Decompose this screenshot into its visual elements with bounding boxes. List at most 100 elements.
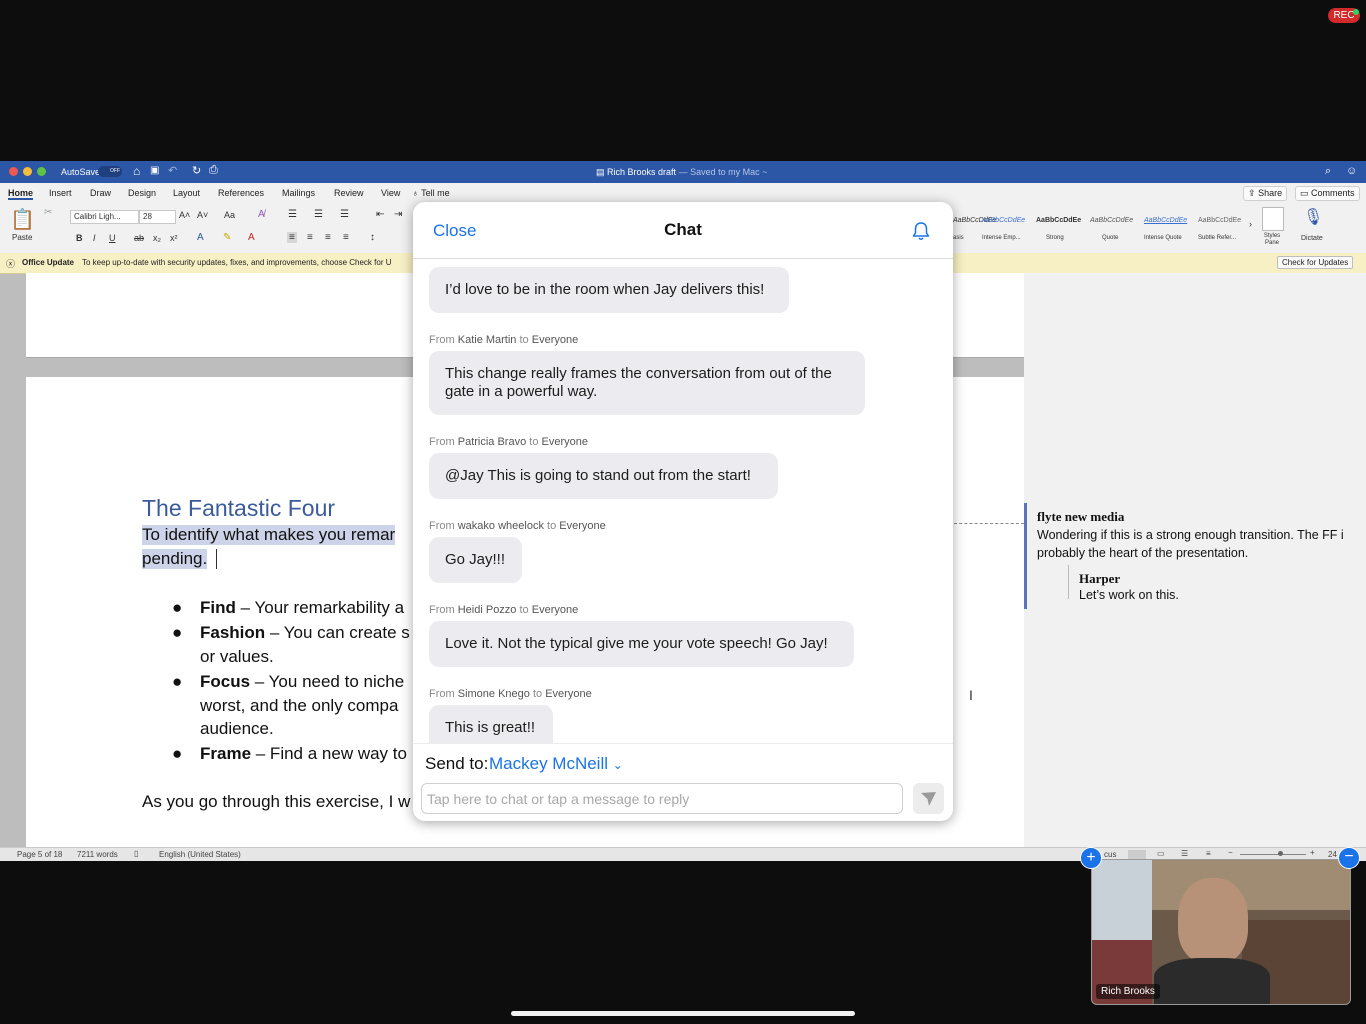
language[interactable]: English (United States) <box>159 850 241 859</box>
bullets-icon[interactable]: ☰ <box>288 209 297 220</box>
reply-text[interactable]: Let’s work on this. <box>1079 588 1179 602</box>
tab-references[interactable]: References <box>218 188 264 198</box>
numbering-icon[interactable]: ☰ <box>314 209 323 220</box>
bullet-find: Find – Your remarkability a <box>200 598 404 618</box>
styles-more-icon[interactable]: › <box>1249 219 1252 229</box>
decrease-indent-icon[interactable]: ⇤ <box>376 209 384 220</box>
bullet-continuation: worst, and the only compa <box>200 696 399 715</box>
microphone-icon[interactable]: 🎙 <box>1303 207 1323 227</box>
clear-format-icon[interactable]: A̸ <box>258 209 265 220</box>
tab-view[interactable]: View <box>381 188 400 198</box>
bullet-term: Find <box>200 598 236 617</box>
tab-insert[interactable]: Insert <box>49 188 72 198</box>
proofing-icon[interactable]: ▯ <box>134 849 138 858</box>
compose-area: Send to: Mackey McNeill ⌄ Tap here to ch… <box>413 743 953 821</box>
send-icon <box>921 792 936 806</box>
check-updates-button[interactable]: Check for Updates <box>1277 256 1354 269</box>
zoom-in-icon[interactable]: + <box>1310 848 1315 857</box>
change-case-icon[interactable]: Aa <box>224 210 235 220</box>
comment-text[interactable]: Wondering if this is a strong enough tra… <box>1037 526 1366 562</box>
cut-icon[interactable]: ✂ <box>44 207 52 218</box>
draft-icon[interactable]: ≡ <box>1206 849 1211 858</box>
message-bubble[interactable]: @Jay This is going to stand out from the… <box>429 453 778 499</box>
web-layout-icon[interactable]: ▭ <box>1157 849 1165 858</box>
message-list[interactable]: I’d love to be in the room when Jay deli… <box>413 259 953 743</box>
highlight-icon[interactable]: ✎ <box>223 232 231 243</box>
text-effects-icon[interactable]: A <box>197 232 204 243</box>
minimize-video-button[interactable]: − <box>1338 847 1360 869</box>
close-bar-icon[interactable]: ⓧ <box>6 257 15 270</box>
close-button[interactable]: Close <box>433 221 476 241</box>
tab-home[interactable]: Home <box>8 188 34 200</box>
tab-mailings[interactable]: Mailings <box>282 188 315 198</box>
share-button[interactable]: ⇪ Share <box>1243 186 1288 201</box>
tab-design[interactable]: Design <box>128 188 156 198</box>
styles-pane-icon[interactable] <box>1262 207 1284 231</box>
align-center-icon[interactable]: ≡ <box>307 232 313 243</box>
bold-icon[interactable]: B <box>76 233 83 243</box>
superscript-icon[interactable]: x² <box>170 233 178 243</box>
line-spacing-icon[interactable]: ↕ <box>370 232 375 243</box>
save-icon[interactable]: ▣ <box>150 165 159 176</box>
outline-icon[interactable]: ☰ <box>1181 849 1188 858</box>
style-preview-intense-emphasis[interactable]: AaBbCcDdEe <box>982 217 1025 224</box>
style-preview-subtle-reference[interactable]: AaBbCcDdEe <box>1198 217 1241 224</box>
redo-icon[interactable]: ↻ <box>192 164 201 177</box>
zoom-window-button[interactable] <box>37 167 46 176</box>
message-bubble[interactable]: This change really frames the conversati… <box>429 351 865 415</box>
increase-indent-icon[interactable]: ⇥ <box>394 209 402 220</box>
font-name-select[interactable]: Calibri Ligh... <box>70 210 139 224</box>
close-window-button[interactable] <box>9 167 18 176</box>
zoom-slider-thumb[interactable] <box>1278 851 1283 856</box>
zoom-slider[interactable] <box>1240 854 1306 855</box>
shrink-font-icon[interactable]: A˅ <box>197 210 208 220</box>
tab-layout[interactable]: Layout <box>173 188 200 198</box>
bullet-continuation: audience. <box>200 719 274 738</box>
tab-review[interactable]: Review <box>334 188 364 198</box>
chat-input[interactable]: Tap here to chat or tap a message to rep… <box>421 783 903 814</box>
account-icon[interactable]: ☺ <box>1346 165 1357 177</box>
print-layout-icon[interactable] <box>1128 850 1146 859</box>
style-preview-quote[interactable]: AaBbCcDdEe <box>1090 217 1133 224</box>
message-bubble[interactable]: I’d love to be in the room when Jay deli… <box>429 267 789 313</box>
send-button[interactable] <box>913 783 944 814</box>
search-icon[interactable]: ⌕ <box>1325 165 1331 178</box>
style-preview-strong[interactable]: AaBbCcDdEe <box>1036 217 1081 224</box>
minimize-window-button[interactable] <box>23 167 32 176</box>
recipient-dropdown[interactable]: Mackey McNeill ⌄ <box>489 754 623 774</box>
home-icon[interactable]: ⌂ <box>133 164 140 178</box>
font-size-select[interactable]: 28 <box>139 210 176 224</box>
underline-icon[interactable]: U <box>109 233 116 243</box>
justify-icon[interactable]: ≡ <box>343 232 349 243</box>
word-count[interactable]: 7211 words <box>77 850 118 859</box>
multilevel-list-icon[interactable]: ☰ <box>340 209 349 220</box>
grow-font-icon[interactable]: A˄ <box>179 210 190 220</box>
bell-icon[interactable] <box>910 220 932 242</box>
home-indicator[interactable] <box>511 1011 855 1016</box>
align-left-icon[interactable]: ≡ <box>287 232 297 243</box>
zoom-out-icon[interactable]: − <box>1228 848 1233 857</box>
tab-draw[interactable]: Draw <box>90 188 111 198</box>
page-count[interactable]: Page 5 of 18 <box>17 850 62 859</box>
share-icon: ⇪ <box>1248 188 1256 198</box>
paste-icon[interactable]: 📋 <box>10 207 35 232</box>
subscript-icon[interactable]: x₂ <box>153 233 161 243</box>
message-bubble[interactable]: This is great!! <box>429 705 553 743</box>
font-color-icon[interactable]: A <box>248 232 255 243</box>
chat-panel: Close Chat I’d love to be in the room wh… <box>413 202 953 821</box>
focus-mode[interactable]: cus <box>1104 850 1116 859</box>
comments-button[interactable]: ▭ Comments <box>1295 186 1360 201</box>
print-icon[interactable]: ⎙ <box>209 164 218 177</box>
expand-video-button[interactable]: + <box>1080 847 1102 869</box>
video-thumbnail[interactable]: Rich Brooks <box>1091 859 1351 1005</box>
zoom-level[interactable]: 24 <box>1328 850 1337 859</box>
tell-me[interactable]: ♁ Tell me <box>412 188 450 198</box>
strikethrough-icon[interactable]: ab <box>134 233 144 243</box>
italic-icon[interactable]: I <box>93 233 96 243</box>
message-bubble[interactable]: Go Jay!!! <box>429 537 522 583</box>
undo-icon[interactable]: ↶ <box>168 164 177 177</box>
style-preview-intense-quote[interactable]: AaBbCcDdEe <box>1144 217 1187 224</box>
align-right-icon[interactable]: ≡ <box>325 232 331 243</box>
autosave-toggle[interactable]: OFF <box>98 166 122 177</box>
message-bubble[interactable]: Love it. Not the typical give me your vo… <box>429 621 854 667</box>
